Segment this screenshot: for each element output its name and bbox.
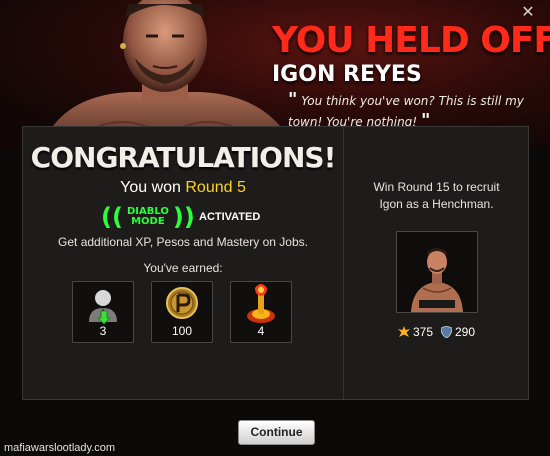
quote-text: You think you've won? This is still my t… <box>288 94 524 129</box>
won-round: Round 5 <box>185 179 246 196</box>
reward-molotov: 4 <box>230 281 292 343</box>
won-prefix: You won <box>120 179 186 196</box>
henchman-portrait <box>396 231 478 313</box>
attack-stat: 375 <box>397 325 433 339</box>
activated-label: ACTIVATED <box>199 211 261 223</box>
reward-value: 4 <box>257 324 265 338</box>
title-line-2: IGON REYES <box>272 62 422 87</box>
reward-pesos: 100 <box>151 281 213 343</box>
diablo-mode-badge: (( DIABLO MODE )) <box>101 203 195 231</box>
reward-mafia-member: 3 <box>72 281 134 343</box>
recruit-text: Win Round 15 to recruit Igon as a Henchm… <box>373 180 500 211</box>
henchman-column: Win Round 15 to recruit Igon as a Henchm… <box>343 127 528 399</box>
mafia-member-icon <box>89 290 117 325</box>
rewards-column: CONGRATULATIONS! You won Round 5 (( DIAB… <box>23 127 343 399</box>
title-line-1: YOU HELD OFF <box>272 20 550 61</box>
peso-coin-icon <box>166 287 198 319</box>
bonus-description: Get additional XP, Pesos and Mastery on … <box>58 235 308 249</box>
defense-value: 290 <box>455 325 476 339</box>
attack-value: 375 <box>412 325 433 339</box>
diablo-right-parens: )) <box>172 203 195 231</box>
diablo-left-parens: (( <box>101 203 123 231</box>
molotov-icon <box>247 284 275 323</box>
reward-value: 3 <box>99 324 107 338</box>
defense-shield-icon <box>441 326 452 338</box>
henchman-stats: 375 290 <box>344 325 529 339</box>
attack-burst-icon <box>397 326 410 337</box>
close-icon[interactable]: ✕ <box>520 5 536 21</box>
quote-open-mark: " <box>288 89 298 110</box>
reward-value: 100 <box>171 324 193 338</box>
watermark-text: mafiawarslootlady.com <box>4 442 116 454</box>
continue-button[interactable]: Continue <box>238 420 315 445</box>
diablo-line-2: MODE <box>131 216 165 227</box>
won-round-text: You won Round 5 <box>23 179 343 197</box>
defense-stat: 290 <box>441 325 475 339</box>
earned-label: You've earned: <box>143 261 223 275</box>
result-panel: CONGRATULATIONS! You won Round 5 (( DIAB… <box>22 126 529 400</box>
congrats-heading: CONGRATULATIONS! <box>30 141 337 174</box>
